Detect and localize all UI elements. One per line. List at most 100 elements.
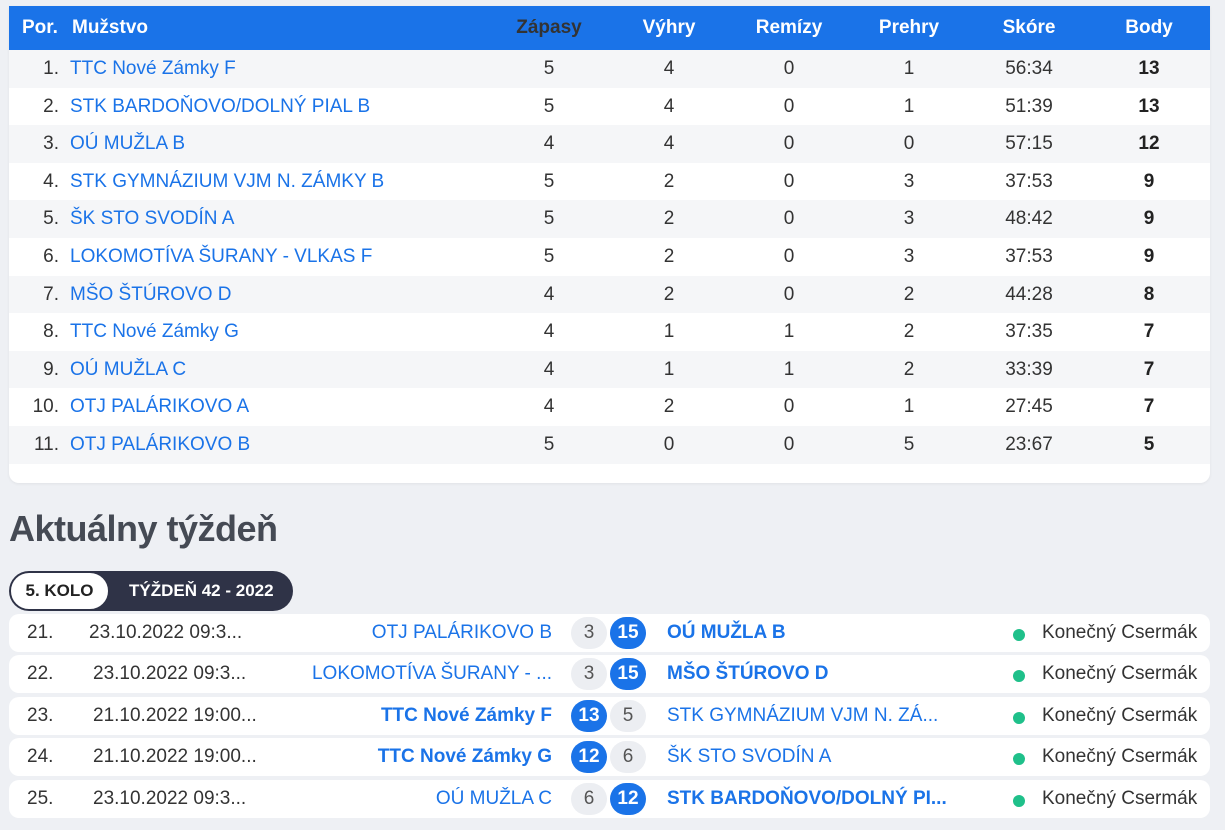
cell-draws: 0 bbox=[783, 133, 795, 155]
row-position: 10. bbox=[32, 396, 59, 418]
cell-wins: 2 bbox=[663, 208, 675, 230]
cell-points: 13 bbox=[1138, 58, 1160, 79]
team-link[interactable]: STK GYMNÁZIUM VJM N. ZÁMKY B bbox=[70, 171, 384, 193]
match-row[interactable]: 21. 23.10.2022 09:3... OTJ PALÁRIKOVO B 3 15… bbox=[9, 614, 1210, 652]
cell-points: 9 bbox=[1143, 208, 1155, 230]
table-row: 5. ŠK STO SVODÍN A 5 2 0 3 48:42 9 bbox=[9, 200, 1210, 238]
cell-draws: 1 bbox=[783, 358, 795, 380]
row-position: 11. bbox=[33, 433, 59, 455]
row-position: 8. bbox=[43, 321, 59, 343]
away-team-link[interactable]: STK BARDOŇOVO/DOLNÝ PI... bbox=[667, 788, 947, 810]
match-date: 23.10.2022 09:3... bbox=[93, 663, 247, 684]
match-date: 21.10.2022 19:00... bbox=[93, 705, 257, 726]
table-row: 3. OÚ MUŽLA B 4 4 0 0 57:15 12 bbox=[9, 125, 1210, 163]
away-team-link[interactable]: OÚ MUŽLA B bbox=[667, 622, 786, 644]
match-row[interactable]: 22. 23.10.2022 09:3... LOKOMOTÍVA ŠURANY -… bbox=[9, 655, 1210, 693]
cell-score: 37:53 bbox=[1005, 245, 1053, 267]
row-position: 7. bbox=[43, 283, 59, 305]
home-score: 6 bbox=[571, 783, 607, 815]
home-team-link[interactable]: OTJ PALÁRIKOVO B bbox=[372, 622, 552, 644]
cell-played: 4 bbox=[543, 396, 555, 418]
home-team-link[interactable]: TTC Nové Zámky F bbox=[381, 705, 552, 727]
cell-played: 5 bbox=[543, 433, 555, 455]
match-date: 21.10.2022 19:00... bbox=[93, 746, 257, 767]
cell-wins: 4 bbox=[663, 95, 675, 117]
table-row: 1. TTC Nové Zámky F 5 4 0 1 56:34 13 bbox=[9, 50, 1210, 88]
cell-points: 9 bbox=[1143, 170, 1155, 192]
cell-score: 57:15 bbox=[1005, 133, 1053, 155]
cell-score: 37:35 bbox=[1005, 321, 1053, 343]
cell-score: 44:28 bbox=[1005, 283, 1053, 305]
cell-score: 48:42 bbox=[1005, 208, 1053, 230]
standings-table: Por. Mužstvo Zápasy Výhry Remízy Prehry … bbox=[9, 6, 1210, 483]
match-status: Konečný Csermák bbox=[1042, 663, 1198, 684]
round-selector[interactable]: 5. KOLO TÝŽDEŇ 42 - 2022 bbox=[9, 571, 293, 611]
cell-points: 7 bbox=[1143, 358, 1155, 380]
cell-played: 5 bbox=[543, 245, 555, 267]
cell-played: 4 bbox=[543, 321, 555, 343]
cell-wins: 4 bbox=[663, 133, 675, 155]
row-position: 6. bbox=[43, 245, 59, 267]
match-date: 23.10.2022 09:3... bbox=[89, 622, 243, 643]
status-dot-icon bbox=[1013, 670, 1025, 682]
match-number: 23. bbox=[27, 705, 54, 726]
cell-draws: 0 bbox=[783, 170, 795, 192]
home-team-link[interactable]: OÚ MUŽLA C bbox=[436, 788, 552, 810]
team-link[interactable]: OTJ PALÁRIKOVO A bbox=[70, 396, 249, 418]
home-team-link[interactable]: TTC Nové Zámky G bbox=[378, 746, 552, 768]
home-score: 3 bbox=[571, 658, 607, 690]
home-score: 13 bbox=[571, 700, 607, 732]
cell-score: 27:45 bbox=[1005, 396, 1053, 418]
status-dot-icon bbox=[1013, 629, 1025, 641]
cell-played: 5 bbox=[543, 170, 555, 192]
cell-points: 12 bbox=[1138, 133, 1160, 155]
away-team-link[interactable]: ŠK STO SVODÍN A bbox=[667, 746, 831, 768]
away-team-link[interactable]: MŠO ŠTÚROVO D bbox=[667, 663, 829, 685]
match-status: Konečný Csermák bbox=[1042, 622, 1198, 643]
cell-points: 7 bbox=[1143, 321, 1155, 343]
team-link[interactable]: TTC Nové Zámky G bbox=[70, 321, 239, 343]
table-row: 9. OÚ MUŽLA C 4 1 1 2 33:39 7 bbox=[9, 350, 1210, 389]
cell-draws: 0 bbox=[783, 208, 795, 230]
match-row[interactable]: 24. 21.10.2022 19:00... TTC Nové Zámky G 12… bbox=[9, 738, 1210, 776]
team-link[interactable]: STK BARDOŇOVO/DOLNÝ PIAL B bbox=[70, 96, 370, 118]
cell-wins: 4 bbox=[663, 58, 675, 79]
header-draws: Remízy bbox=[755, 17, 823, 38]
cell-losses: 1 bbox=[903, 396, 915, 418]
week-label: TÝŽDEŇ 42 - 2022 bbox=[129, 581, 274, 600]
status-dot-icon bbox=[1013, 795, 1025, 807]
away-score: 15 bbox=[610, 658, 646, 690]
row-position: 4. bbox=[43, 170, 59, 192]
round-label[interactable]: 5. KOLO bbox=[10, 572, 109, 610]
team-link[interactable]: OÚ MUŽLA C bbox=[70, 359, 186, 381]
team-link[interactable]: ŠK STO SVODÍN A bbox=[70, 208, 234, 230]
cell-played: 5 bbox=[543, 58, 555, 79]
row-position: 3. bbox=[43, 133, 59, 155]
match-row[interactable]: 25. 23.10.2022 09:3... OÚ MUŽLA C 6 12 STK BA… bbox=[9, 780, 1210, 818]
cell-played: 4 bbox=[543, 358, 555, 380]
match-row[interactable]: 23. 21.10.2022 19:00... TTC Nové Zámky F 13… bbox=[9, 697, 1210, 735]
row-position: 9. bbox=[43, 358, 59, 380]
cell-points: 8 bbox=[1143, 283, 1155, 305]
team-link[interactable]: MŠO ŠTÚROVO D bbox=[70, 284, 232, 306]
away-team-link[interactable]: STK GYMNÁZIUM VJM N. ZÁ... bbox=[667, 705, 938, 727]
table-row: 2. STK BARDOŇOVO/DOLNÝ PIAL B 5 4 0 1 51:39 13 bbox=[9, 88, 1210, 126]
team-link[interactable]: LOKOMOTÍVA ŠURANY - VLKAS F bbox=[70, 246, 372, 268]
home-score: 12 bbox=[571, 741, 607, 773]
cell-points: 7 bbox=[1143, 396, 1155, 418]
cell-draws: 0 bbox=[783, 245, 795, 267]
team-link[interactable]: TTC Nové Zámky F bbox=[70, 58, 236, 80]
match-status: Konečný Csermák bbox=[1042, 788, 1198, 809]
header-played: Zápasy bbox=[516, 17, 582, 38]
match-number: 24. bbox=[27, 746, 54, 767]
cell-losses: 3 bbox=[903, 170, 915, 192]
cell-points: 5 bbox=[1143, 433, 1155, 455]
cell-draws: 0 bbox=[783, 396, 795, 418]
cell-losses: 2 bbox=[903, 321, 915, 343]
team-link[interactable]: OTJ PALÁRIKOVO B bbox=[70, 434, 250, 456]
team-link[interactable]: OÚ MUŽLA B bbox=[70, 133, 185, 155]
home-team-link[interactable]: LOKOMOTÍVA ŠURANY - ... bbox=[312, 663, 552, 685]
cell-losses: 3 bbox=[903, 245, 915, 267]
cell-played: 5 bbox=[543, 95, 555, 117]
cell-losses: 1 bbox=[903, 95, 915, 117]
